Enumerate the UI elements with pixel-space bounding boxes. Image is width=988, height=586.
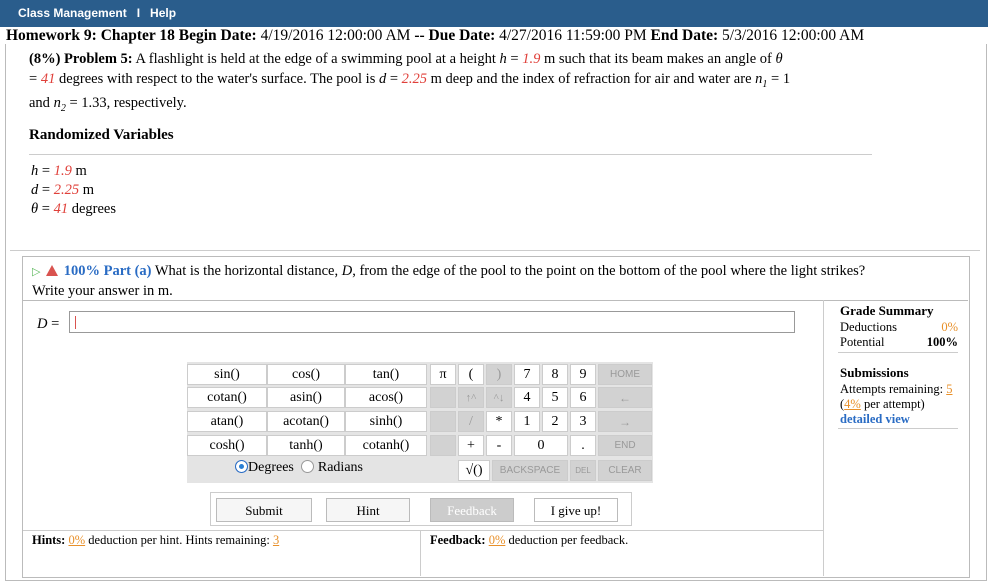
key-right-arrow[interactable]: →: [598, 411, 652, 432]
detailed-view-link[interactable]: detailed view: [840, 412, 910, 427]
key-acotan[interactable]: acotan(): [267, 411, 345, 432]
key-pi[interactable]: π: [430, 364, 456, 385]
key-cos[interactable]: cos(): [267, 364, 345, 385]
key-dot[interactable]: .: [570, 435, 596, 456]
key-delete[interactable]: DEL: [570, 460, 596, 481]
key-cotanh[interactable]: cotanh(): [345, 435, 427, 456]
answer-label: D =: [37, 316, 60, 332]
nav-separator: I: [136, 6, 141, 20]
feedback-info: Feedback: 0% deduction per feedback.: [430, 533, 629, 547]
key-cotan[interactable]: cotan(): [187, 387, 267, 408]
hint-button[interactable]: Hint: [326, 498, 410, 522]
keypad-spacer: [430, 387, 456, 408]
key-superscript[interactable]: ↑^: [458, 387, 484, 408]
key-6[interactable]: 6: [570, 387, 596, 408]
variable-theta: θ = 41 degrees: [31, 201, 116, 217]
key-sinh[interactable]: sinh(): [345, 411, 427, 432]
key-7[interactable]: 7: [514, 364, 540, 385]
key-subscript[interactable]: ^↓: [486, 387, 512, 408]
angle-mode: Degrees Radians: [235, 460, 363, 476]
keypad-spacer: [430, 411, 456, 432]
deductions-row: Deductions 0%: [840, 320, 958, 334]
key-asin[interactable]: asin(): [267, 387, 345, 408]
key-left-arrow[interactable]: ←: [598, 387, 652, 408]
key-9[interactable]: 9: [570, 364, 596, 385]
divider: [23, 300, 968, 301]
top-nav-bar: Class Management I Help: [0, 0, 988, 27]
hints-info: Hints: 0% deduction per hint. Hints rema…: [32, 533, 280, 547]
homework-title: Homework 9: Chapter 18 Begin Date: 4/19/…: [6, 27, 865, 44]
randomized-variables-title: Randomized Variables: [29, 127, 174, 143]
key-acos[interactable]: acos(): [345, 387, 427, 408]
part-a-label: 100% Part (a): [63, 263, 152, 279]
problem-statement: (8%) Problem 5: A flashlight is held at …: [29, 51, 791, 114]
divider: [23, 530, 823, 531]
key-3[interactable]: 3: [570, 411, 596, 432]
key-end[interactable]: END: [598, 435, 652, 456]
key-minus[interactable]: -: [486, 435, 512, 456]
key-atan[interactable]: atan(): [187, 411, 267, 432]
divider: [838, 352, 958, 353]
key-lparen[interactable]: (: [458, 364, 484, 385]
key-sqrt[interactable]: √(): [458, 460, 490, 481]
variable-d: d = 2.25 m: [31, 182, 94, 198]
divider: [838, 428, 958, 429]
key-cosh[interactable]: cosh(): [187, 435, 267, 456]
keypad-spacer: [430, 435, 456, 456]
potential-row: Potential 100%: [840, 335, 958, 349]
key-tanh[interactable]: tanh(): [267, 435, 345, 456]
attempts-remaining: Attempts remaining: 5: [840, 382, 953, 396]
text-cursor: [75, 316, 76, 329]
key-backspace[interactable]: BACKSPACE: [492, 460, 568, 481]
feedback-button[interactable]: Feedback: [430, 498, 514, 522]
key-8[interactable]: 8: [542, 364, 568, 385]
degrees-radio[interactable]: [235, 460, 248, 473]
divider: [29, 154, 872, 155]
answer-input[interactable]: [69, 311, 795, 333]
key-plus[interactable]: +: [458, 435, 484, 456]
per-attempt: (4% per attempt): [840, 397, 925, 411]
key-4[interactable]: 4: [514, 387, 540, 408]
divider: [823, 300, 824, 576]
key-rparen[interactable]: ): [486, 364, 512, 385]
key-5[interactable]: 5: [542, 387, 568, 408]
degrees-label[interactable]: Degrees: [248, 460, 294, 475]
radians-label[interactable]: Radians: [318, 460, 363, 475]
key-0[interactable]: 0: [514, 435, 568, 456]
key-home[interactable]: HOME: [598, 364, 652, 385]
key-multiply[interactable]: *: [486, 411, 512, 432]
variable-h: h = 1.9 m: [31, 163, 87, 179]
divider: [420, 530, 421, 576]
grade-summary-title: Grade Summary: [840, 303, 934, 318]
warning-icon: [46, 265, 59, 276]
part-a-question: ▷ 100% Part (a) What is the horizontal d…: [32, 263, 866, 299]
expand-triangle-icon[interactable]: ▷: [32, 266, 40, 278]
nav-help[interactable]: Help: [150, 6, 176, 20]
give-up-button[interactable]: I give up!: [534, 498, 618, 522]
key-tan[interactable]: tan(): [345, 364, 427, 385]
nav-class-management[interactable]: Class Management: [18, 6, 127, 20]
key-clear[interactable]: CLEAR: [598, 460, 652, 481]
key-2[interactable]: 2: [542, 411, 568, 432]
key-1[interactable]: 1: [514, 411, 540, 432]
key-divide[interactable]: /: [458, 411, 484, 432]
submissions-title: Submissions: [840, 365, 909, 380]
submit-button[interactable]: Submit: [216, 498, 312, 522]
divider: [10, 250, 980, 251]
radians-radio[interactable]: [301, 460, 315, 473]
key-sin[interactable]: sin(): [187, 364, 267, 385]
